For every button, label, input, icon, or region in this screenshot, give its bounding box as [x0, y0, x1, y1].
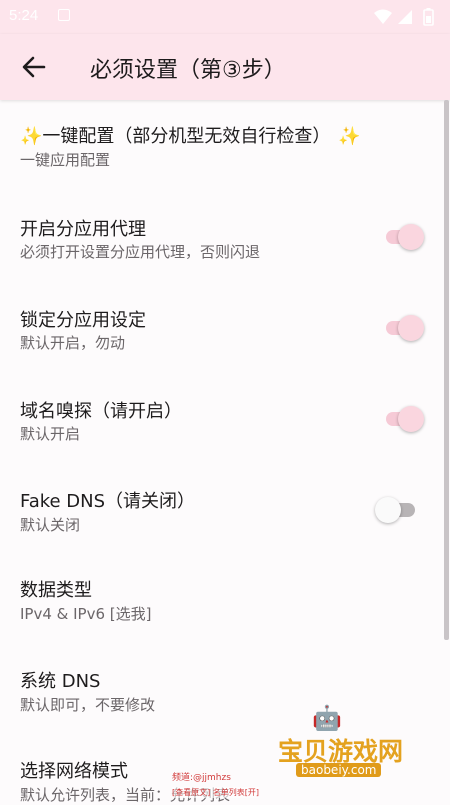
setting-subtitle: 默认开启 — [20, 425, 81, 443]
setting-title: 开启分应用代理 — [20, 219, 146, 240]
setting-subtitle: IPv4 & IPv6 [选我] — [20, 605, 152, 623]
status-bar: 5:24 — [0, 0, 450, 34]
fake-dns-switch[interactable] — [375, 496, 417, 523]
setting-fake-dns[interactable]: Fake DNS（请关闭） 默认关闭 — [0, 465, 444, 555]
settings-list: ✨一键配置（部分机型无效自行检查） ✨ 一键应用配置 开启分应用代理 必须打开设置… — [0, 100, 450, 804]
back-button[interactable] — [14, 47, 54, 87]
setting-subtitle: 默认开启，勿动 — [20, 334, 126, 352]
sparkles-icon: ✨ — [338, 126, 361, 147]
lock-per-app-switch[interactable] — [384, 314, 424, 341]
scrollbar[interactable] — [444, 100, 449, 640]
page-title: 必须设置（第③步） — [90, 58, 286, 83]
domain-sniffing-switch[interactable] — [384, 405, 424, 432]
setting-title-text: 一键配置（部分机型无效自行检查） — [42, 126, 331, 147]
battery-icon — [423, 8, 434, 26]
notification-icon — [58, 9, 70, 21]
watermark-logo: 🤖 宝贝游戏网 baobeiy.com — [272, 704, 422, 784]
system-status-icons — [374, 8, 434, 26]
setting-lock-per-app[interactable]: 锁定分应用设定 默认开启，勿动 — [0, 283, 444, 373]
setting-one-click-config[interactable]: ✨一键配置（部分机型无效自行检查） ✨ 一键应用配置 — [0, 100, 444, 190]
setting-title: Fake DNS（请关闭） — [20, 491, 196, 512]
setting-subtitle: 必须打开设置分应用代理，否则闪退 — [20, 243, 261, 261]
setting-subtitle: 默认关闭 — [20, 516, 81, 534]
watermark-credit: 频道:@jjmhzs — [172, 773, 231, 783]
robot-mascot-icon: 🤖 — [312, 704, 342, 732]
setting-domain-sniffing[interactable]: 域名嗅探（请开启） 默认开启 — [0, 374, 444, 464]
signal-icon — [398, 10, 412, 24]
setting-data-type[interactable]: 数据类型 IPv4 & IPv6 [选我] — [0, 556, 444, 646]
setting-title: 系统 DNS — [20, 671, 101, 692]
status-time: 5:24 — [9, 7, 39, 24]
watermark-credit-secondary: [查看原文] 名单列表[开] — [172, 787, 260, 798]
setting-subtitle: 一键应用配置 — [20, 151, 111, 169]
per-app-proxy-switch[interactable] — [384, 223, 424, 250]
watermark-url: baobeiy.com — [296, 763, 382, 777]
sparkles-icon: ✨ — [20, 126, 43, 147]
setting-title: 数据类型 — [20, 580, 92, 601]
arrow-left-icon — [22, 56, 46, 78]
setting-title: 锁定分应用设定 — [20, 310, 146, 331]
setting-title: 选择网络模式 — [20, 761, 128, 782]
setting-per-app-proxy[interactable]: 开启分应用代理 必须打开设置分应用代理，否则闪退 — [0, 192, 444, 282]
setting-subtitle: 默认即可，不要修改 — [20, 696, 156, 714]
wifi-icon — [374, 9, 392, 24]
setting-title: 域名嗅探（请开启） — [20, 401, 182, 422]
top-app-bar: 必须设置（第③步） — [0, 34, 450, 100]
setting-title: ✨一键配置（部分机型无效自行检查） ✨ — [20, 122, 361, 148]
